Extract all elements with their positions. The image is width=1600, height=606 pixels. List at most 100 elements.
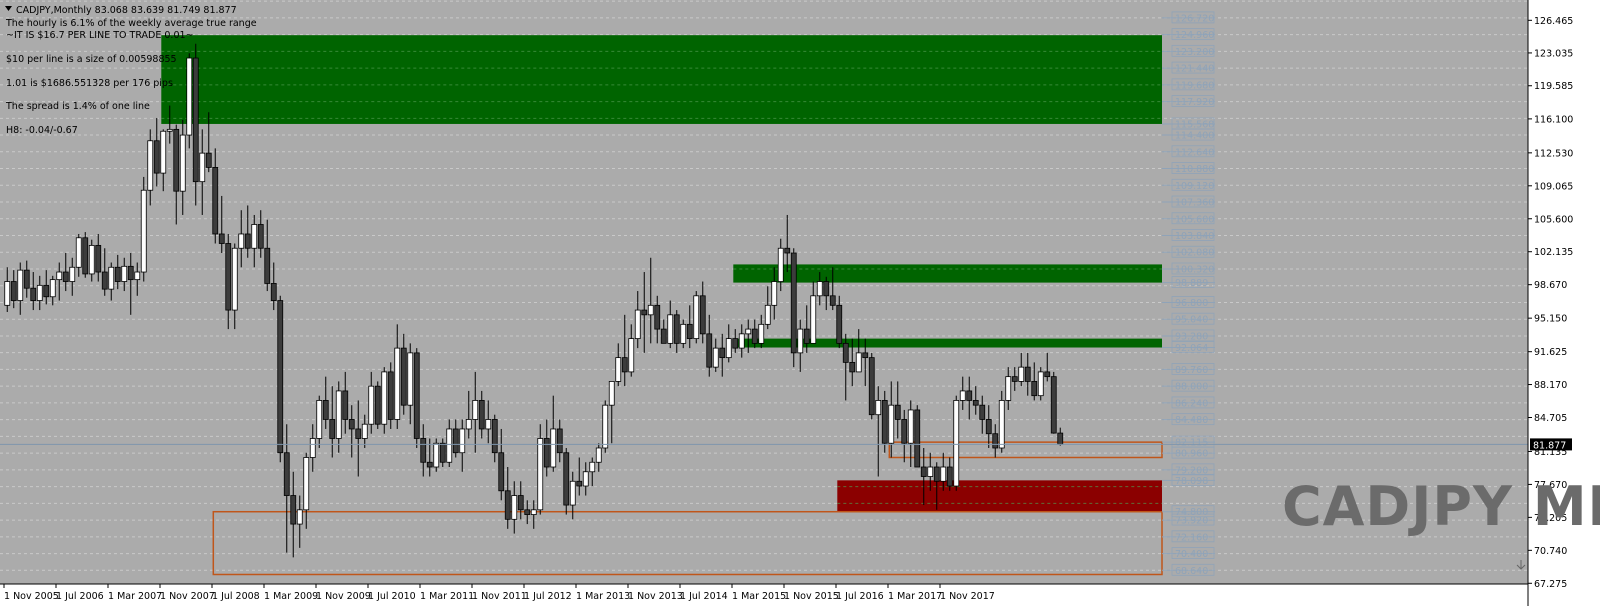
candle-body [933,466,940,482]
note-pips: 1.01 is $1686.551328 per 176 pips [6,78,173,89]
candle-body [777,247,784,282]
candle-body [699,295,706,335]
candle-body [140,189,147,273]
price-tick-label: 112.530 [1534,148,1573,159]
candle-body [784,247,791,254]
candle-body [576,480,583,487]
candle-body [771,281,778,306]
time-tick-label: 1 Jul 2008 [212,591,260,602]
candle-body [186,57,193,136]
price-tick-label: 88.170 [1534,380,1567,391]
candle-body [907,409,914,444]
candle-body [407,352,414,406]
level-label: 88.000 [1175,382,1208,393]
candlestick-chart[interactable]: 126.720 124.960 123.200 121.440 119.680 117.9… [0,0,1600,606]
candle-body [108,266,115,290]
time-tick-label: 1 Nov 2013 [628,591,683,602]
level-label: 107.360 [1175,198,1214,209]
supply-zone [733,264,1162,283]
time-tick-label: 1 Nov 2015 [784,591,839,602]
level-label: 102.080 [1175,248,1214,259]
candle-body [433,442,440,468]
level-label: 93.280 [1175,331,1208,342]
candle-body [472,400,479,420]
candle-body [69,266,76,282]
note-spread: The spread is 1.4% of one line [5,101,150,112]
time-tick-label: 1 Jul 2014 [680,591,728,602]
candle-body [1037,371,1044,397]
candle-body [673,314,680,344]
candle-body [309,438,316,458]
level-label: 96.800 [1175,298,1208,309]
candle-body [452,428,459,454]
price-tick-label: 98.670 [1534,280,1567,291]
candle-body [881,400,888,444]
price-tick-label: 109.065 [1534,181,1573,192]
level-label: 117.920 [1175,97,1214,108]
candle-body [868,357,875,416]
level-label: 89.760 [1175,365,1208,376]
symbol-watermark: CADJPY MN [1282,475,1600,538]
candle-body [153,140,160,174]
candle-body [641,309,648,316]
price-tick-label: 70.740 [1534,546,1567,557]
candle-body [985,419,992,435]
level-label: 105.600 [1175,214,1214,225]
candle-body [816,281,823,297]
level-label: 124.960 [1175,30,1214,41]
candle-body [556,428,563,454]
price-tick-label: 95.150 [1534,314,1567,325]
candle-body [374,385,381,425]
candle-body [764,304,771,325]
candle-body [979,404,986,420]
candle-body [88,244,95,275]
candle-body [348,419,355,430]
chart-window[interactable]: 126.720 124.960 123.200 121.440 119.680 117.9… [0,0,1600,606]
candle-body [485,419,492,430]
candle-body [75,237,82,268]
price-tick-label: 91.625 [1534,347,1567,358]
level-label: 123.200 [1175,47,1214,58]
candle-body [797,328,804,354]
level-label: 72.160 [1175,532,1208,543]
candle-body [290,495,297,525]
candle-body [459,428,466,454]
candle-body [283,452,290,496]
candle-body [511,495,518,520]
candle-body [199,152,206,183]
level-label: 114.400 [1175,131,1214,142]
candle-body [30,287,37,301]
candle-body [959,390,966,401]
level-label: 119.680 [1175,80,1214,91]
candle-body [446,428,453,463]
time-tick-label: 1 Mar 2009 [264,591,318,602]
price-tick-label: 123.035 [1534,48,1573,59]
candle-body [1005,376,1012,401]
candle-body [966,390,973,401]
candle-body [927,466,934,477]
candle-body [725,338,732,359]
level-label: 80.960 [1175,449,1208,460]
candle-body [225,243,232,311]
candle-body [537,438,544,511]
candle-body [589,461,596,473]
candle-body [569,480,576,506]
note-atr: The hourly is 6.1% of the weekly average… [5,18,257,29]
candle-body [647,304,654,316]
candle-body [394,347,401,420]
level-label: 68.640 [1175,566,1208,577]
candle-body [517,495,524,511]
candle-body [706,333,713,368]
candle-body [686,323,693,340]
candle-body [719,347,726,359]
candle-body [121,265,128,282]
candle-body [498,452,505,492]
candle-body [1050,376,1057,434]
level-label: 86.240 [1175,398,1208,409]
candle-body [361,423,368,439]
candle-body [875,400,882,416]
candle-body [43,284,50,298]
candle-body [101,271,108,290]
level-label: 109.120 [1175,181,1214,192]
candle-body [732,338,739,349]
